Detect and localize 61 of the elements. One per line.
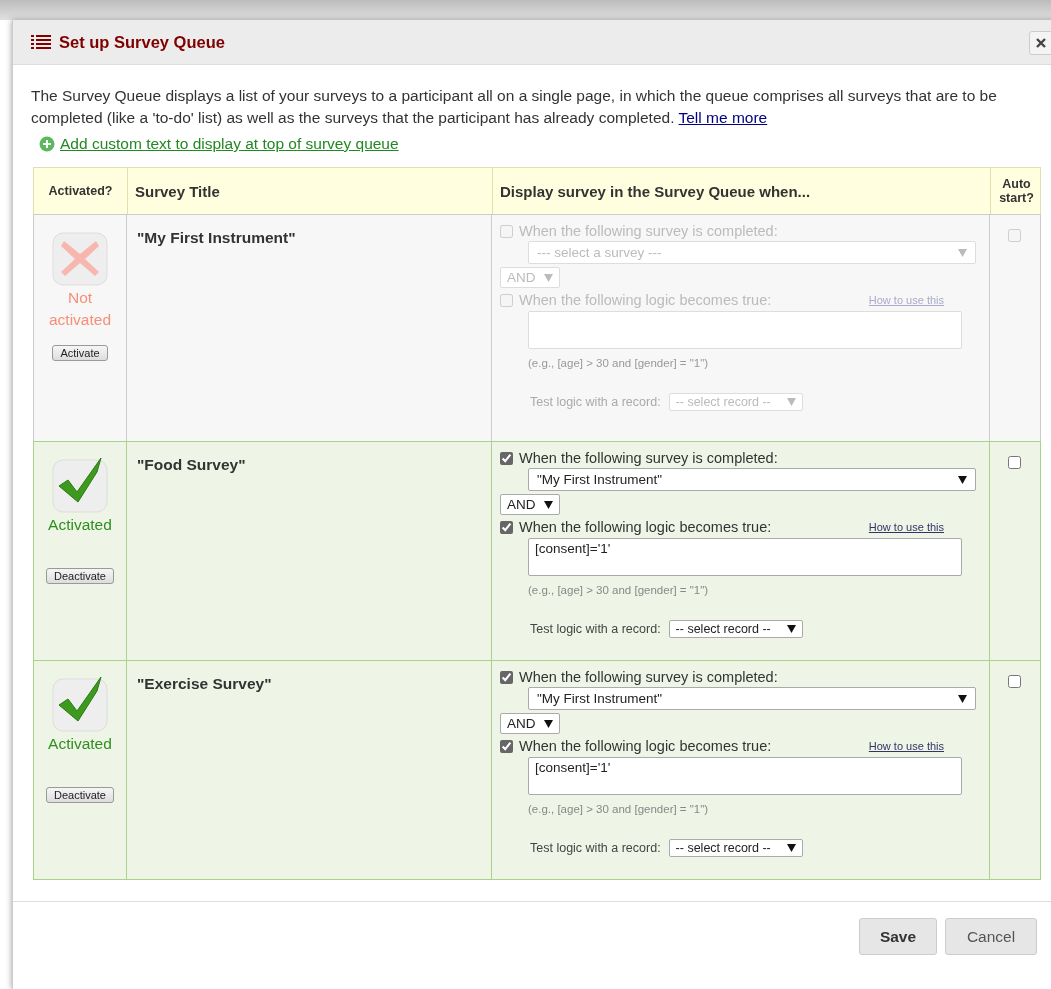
column-header: Activated? <box>47 183 114 200</box>
cross-icon <box>51 229 109 287</box>
caret-icon <box>958 475 967 484</box>
survey-condition-checkbox[interactable] <box>500 451 513 465</box>
caret-icon <box>958 694 967 703</box>
save-button[interactable]: Save <box>859 918 937 955</box>
logic-field[interactable]: [consent]='1' <box>528 538 962 576</box>
auto-start-checkbox[interactable] <box>1007 456 1021 469</box>
test-logic-label: Test logic with a record: <box>530 395 661 409</box>
caret-icon <box>786 398 796 406</box>
example-hint: (e.g., [age] > 30 and [gender] = "1") <box>528 584 710 596</box>
survey-title: "Food Survey" <box>137 456 246 473</box>
tell-me-more-link[interactable]: Tell me more <box>678 109 768 126</box>
test-logic-label: Test logic with a record: <box>530 622 661 636</box>
logic-condition-checkbox[interactable] <box>500 520 513 534</box>
activate-button[interactable]: Activate <box>52 345 108 361</box>
close-icon <box>1036 38 1046 48</box>
caret-icon <box>786 844 796 852</box>
deactivate-button[interactable]: Deactivate <box>46 568 114 584</box>
checkmark-icon <box>51 456 109 514</box>
condition-label: When the following logic becomes true: <box>519 292 772 308</box>
status-label: Activated <box>47 734 113 754</box>
caret-icon <box>958 248 967 257</box>
operator-dropdown[interactable]: AND <box>500 494 560 515</box>
deactivate-button[interactable]: Deactivate <box>46 787 114 803</box>
record-dropdown[interactable]: -- select record -- <box>668 839 803 857</box>
help-link[interactable]: How to use this <box>868 740 944 752</box>
add-custom-text-link[interactable]: Add custom text to display at top of survey queue <box>60 135 399 153</box>
checkmark-icon <box>51 675 109 733</box>
caret-icon <box>544 273 553 282</box>
caret-icon <box>544 719 553 728</box>
operator-dropdown[interactable]: AND <box>500 713 560 734</box>
example-hint: (e.g., [age] > 30 and [gender] = "1") <box>528 803 710 815</box>
list-icon <box>31 34 51 50</box>
condition-label: When the following logic becomes true: <box>519 738 772 754</box>
record-dropdown[interactable]: -- select record -- <box>668 620 803 638</box>
logic-field[interactable] <box>528 311 962 349</box>
condition-label: When the following survey is completed: <box>519 450 778 466</box>
auto-start-checkbox[interactable] <box>1007 675 1021 688</box>
caret-icon <box>786 625 796 633</box>
condition-label: When the following survey is completed: <box>519 669 778 685</box>
add-icon <box>39 136 55 152</box>
caret-icon <box>544 500 553 509</box>
dialog-title: Set up Survey Queue <box>59 32 225 52</box>
condition-label: When the following logic becomes true: <box>519 519 772 535</box>
survey-dropdown[interactable]: "My First Instrument" <box>528 468 976 491</box>
logic-condition-checkbox[interactable] <box>500 739 513 753</box>
logic-field[interactable]: [consent]='1' <box>528 757 962 795</box>
condition-label: When the following survey is completed: <box>519 223 778 239</box>
survey-condition-checkbox[interactable] <box>500 670 513 684</box>
survey-dropdown[interactable]: "My First Instrument" <box>528 687 976 710</box>
cancel-button[interactable]: Cancel <box>945 918 1037 955</box>
close-button[interactable] <box>1029 31 1051 55</box>
survey-title: "My First Instrument" <box>137 229 296 246</box>
status-label: Not activated <box>47 288 112 330</box>
help-link[interactable]: How to use this <box>868 521 944 533</box>
example-hint: (e.g., [age] > 30 and [gender] = "1") <box>528 357 710 369</box>
test-logic-label: Test logic with a record: <box>530 841 661 855</box>
description-text: The Survey Queue displays a list of your surveys to a participant all on a single page, in which the queue comprises all surveys that are to be completed (like a 'to-do' list) as well as the surveys that the participant has already completed. Tell me more <box>31 86 998 128</box>
survey-title: "Exercise Survey" <box>137 675 272 692</box>
status-label: Activated <box>47 515 113 535</box>
